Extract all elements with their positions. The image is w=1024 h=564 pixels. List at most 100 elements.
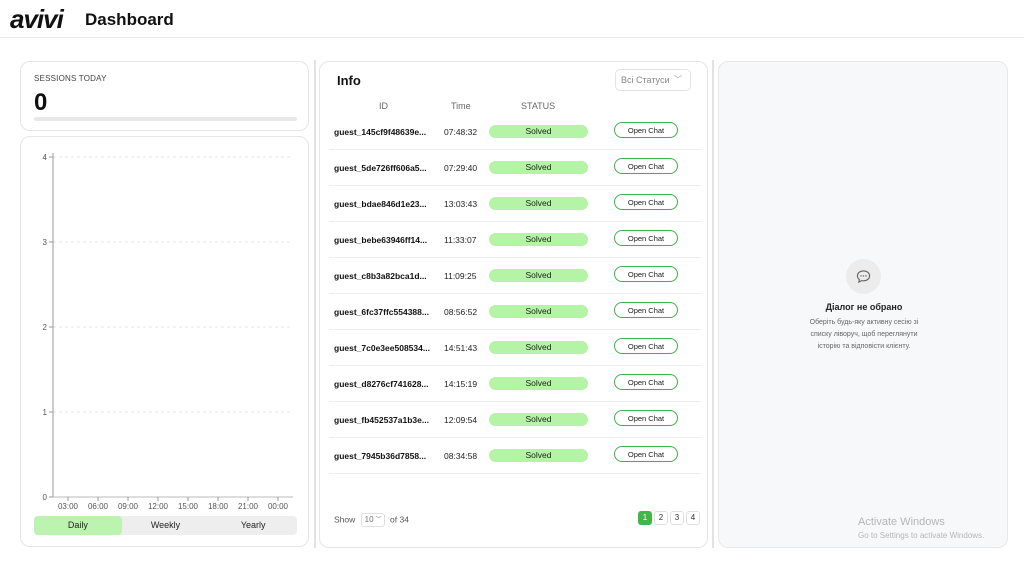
session-time: 07:29:40 [444, 163, 478, 173]
session-time: 14:15:19 [444, 379, 478, 389]
period-switch: Daily Weekly Yearly [34, 516, 297, 535]
session-time: 14:51:43 [444, 343, 478, 353]
y-tick-label: 2 [43, 323, 48, 332]
status-badge: Solved [489, 449, 588, 462]
status-badge: Solved [489, 197, 588, 210]
x-tick-label: 18:00 [208, 502, 229, 511]
page-size-select[interactable]: 10 ﹀ [360, 513, 385, 527]
x-tick-label: 00:00 [268, 502, 289, 511]
status-badge: Solved [489, 377, 588, 390]
session-time: 13:03:43 [444, 199, 478, 209]
status-badge: Solved [489, 269, 588, 282]
session-id: guest_c8b3a82bca1d... [334, 271, 427, 281]
open-chat-button[interactable]: Open Chat [614, 266, 678, 282]
table-row: guest_145cf9f48639e... 07:48:32 Solved Open… [329, 114, 701, 150]
status-filter-value: Всі Статуси [621, 75, 670, 85]
session-id: guest_7945b36d7858... [334, 451, 427, 461]
sessions-today-card: SESSIONS TODAY 0 [20, 61, 309, 131]
status-badge: Solved [489, 161, 588, 174]
status-filter-select[interactable]: Всі Статуси ﹀ [615, 69, 691, 91]
chevron-down-icon: ﹀ [375, 517, 382, 523]
x-tick-label: 06:00 [88, 502, 109, 511]
sessions-label: SESSIONS TODAY [34, 74, 107, 83]
session-id: guest_6fc37ffc554388... [334, 307, 429, 317]
session-id: guest_bebe63946ff14... [334, 235, 428, 245]
open-chat-button[interactable]: Open Chat [614, 122, 678, 138]
status-badge: Solved [489, 233, 588, 246]
page-button-4[interactable]: 4 [686, 511, 700, 525]
open-chat-button[interactable]: Open Chat [614, 158, 678, 174]
empty-state-text: Оберіть будь-яку активну сесію зі списку… [809, 319, 919, 350]
table-row: guest_7c0e3ee508534... 14:51:43 Solved Open… [329, 330, 701, 366]
table-row: guest_d8276cf741628... 14:15:19 Solved Open… [329, 366, 701, 402]
open-chat-button[interactable]: Open Chat [614, 338, 678, 354]
open-chat-button[interactable]: Open Chat [614, 230, 678, 246]
empty-state-title: Діалог не обрано [825, 302, 903, 312]
status-badge: Solved [489, 125, 588, 138]
panel-divider-left[interactable] [314, 60, 316, 548]
status-badge: Solved [489, 305, 588, 318]
table-row: guest_bebe63946ff14... 11:33:07 Solved Open… [329, 222, 701, 258]
total-count-label: of 34 [390, 514, 409, 525]
table-row: guest_c8b3a82bca1d... 11:09:25 Solved Open … [329, 258, 701, 294]
session-time: 08:56:52 [444, 307, 478, 317]
sessions-value: 0 [34, 89, 48, 116]
chevron-down-icon: ﹀ [674, 75, 682, 84]
column-header-status[interactable]: STATUS [521, 101, 555, 111]
period-tab-weekly[interactable]: Weekly [122, 516, 210, 535]
period-tab-yearly[interactable]: Yearly [209, 516, 297, 535]
open-chat-button[interactable]: Open Chat [614, 374, 678, 390]
open-chat-button[interactable]: Open Chat [614, 194, 678, 210]
page-button-3[interactable]: 3 [670, 511, 684, 525]
logo[interactable]: avivi [10, 4, 64, 35]
session-time: 07:48:32 [444, 127, 478, 137]
open-chat-button[interactable]: Open Chat [614, 302, 678, 318]
table-row: guest_5de726ff606a5... 07:29:40 Solved Open… [329, 150, 701, 186]
period-tab-daily[interactable]: Daily [34, 516, 122, 535]
session-id: guest_145cf9f48639e... [334, 127, 427, 137]
session-time: 11:33:07 [444, 235, 477, 245]
y-tick-label: 0 [43, 493, 48, 502]
x-tick-label: 21:00 [238, 502, 259, 511]
open-chat-button[interactable]: Open Chat [614, 410, 678, 426]
page-button-1[interactable]: 1 [638, 511, 652, 525]
y-tick-label: 4 [43, 153, 48, 162]
table-row: guest_bdae846d1e23... 13:03:43 Solved Open … [329, 186, 701, 222]
session-id: guest_bdae846d1e23... [334, 199, 427, 209]
session-time: 08:34:58 [444, 451, 478, 461]
open-chat-button[interactable]: Open Chat [614, 446, 678, 462]
pagination: 1234 [638, 511, 700, 525]
table-row: guest_7945b36d7858... 08:34:58 Solved Open … [329, 438, 701, 474]
status-badge: Solved [489, 413, 588, 426]
panel-divider-right[interactable] [712, 60, 714, 548]
chat-bubble-icon [846, 259, 881, 294]
page-size-control: Show 10 ﹀ of 34 [334, 513, 409, 527]
column-header-id[interactable]: ID [379, 101, 388, 111]
page-size-value: 10 [364, 515, 374, 524]
chat-panel: Діалог не обрано Оберіть будь-яку активн… [718, 61, 1008, 548]
session-id: guest_5de726ff606a5... [334, 163, 427, 173]
column-header-time[interactable]: Time [451, 101, 471, 111]
info-card: Info Всі Статуси ﹀ ID Time STATUS guest_… [319, 61, 708, 548]
session-id: guest_fb452537a1b3e... [334, 415, 429, 425]
x-tick-label: 12:00 [148, 502, 169, 511]
table-row: guest_fb452537a1b3e... 12:09:54 Solved Open… [329, 402, 701, 438]
sessions-chart: 0 1 2 3 4 03:00 06:00 09:00 12:00 15:00 18:00 21:00… [43, 153, 293, 511]
session-time: 12:09:54 [444, 415, 478, 425]
app-header: avivi Dashboard [0, 0, 1024, 38]
windows-watermark: Activate Windows Go to Settings to activ… [858, 516, 984, 540]
page-button-2[interactable]: 2 [654, 511, 668, 525]
session-time: 11:09:25 [444, 271, 477, 281]
watermark-title: Activate Windows [858, 516, 945, 528]
info-title: Info [337, 73, 361, 88]
session-id: guest_7c0e3ee508534... [334, 343, 430, 353]
y-tick-label: 3 [43, 238, 48, 247]
x-tick-label: 03:00 [58, 502, 79, 511]
status-badge: Solved [489, 341, 588, 354]
page-title: Dashboard [85, 10, 174, 29]
sessions-progress-bar [34, 117, 297, 121]
y-tick-label: 1 [43, 408, 48, 417]
x-tick-label: 15:00 [178, 502, 199, 511]
sessions-chart-card: 0 1 2 3 4 03:00 06:00 09:00 12:00 15:00 18:00 21:00… [20, 136, 309, 547]
watermark-text: Go to Settings to activate Windows. [858, 531, 985, 540]
